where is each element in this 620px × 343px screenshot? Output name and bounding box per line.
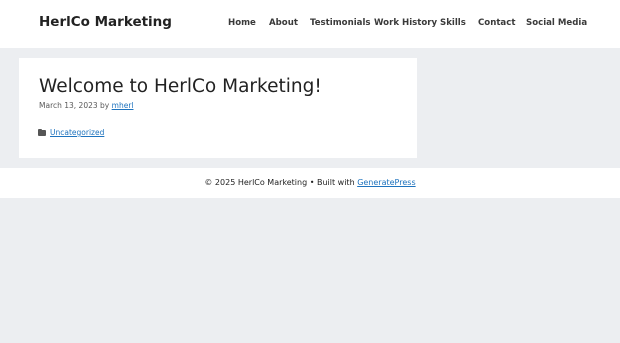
post-categories: Uncategorized: [38, 128, 104, 137]
footer-copyright: © 2025 HerlCo Marketing • Built with Gen…: [0, 178, 620, 187]
generatepress-link[interactable]: GeneratePress: [357, 178, 415, 187]
category-link[interactable]: Uncategorized: [50, 128, 104, 137]
copyright-text: © 2025 HerlCo Marketing • Built with: [204, 178, 355, 187]
post-article: Welcome to HerlCo Marketing! March 13, 2…: [19, 58, 417, 158]
main-navigation: Home About Testimonials Work History Ski…: [0, 18, 620, 32]
post-by-label: by: [100, 101, 110, 110]
nav-item-testimonials[interactable]: Testimonials: [310, 18, 371, 28]
post-meta: March 13, 2023 by mherl: [39, 101, 133, 110]
nav-item-about[interactable]: About: [269, 18, 298, 28]
nav-item-home[interactable]: Home: [228, 18, 256, 28]
post-date: March 13, 2023: [39, 101, 98, 110]
nav-item-skills[interactable]: Skills: [440, 18, 466, 28]
site-footer: © 2025 HerlCo Marketing • Built with Gen…: [0, 168, 620, 198]
folder-icon: [38, 128, 46, 136]
post-author-link[interactable]: mherl: [112, 101, 134, 110]
nav-item-work-history[interactable]: Work History: [374, 18, 437, 28]
site-header: HerlCo Marketing Home About Testimonials…: [0, 0, 620, 48]
nav-item-social-media[interactable]: Social Media: [526, 18, 587, 28]
nav-item-contact[interactable]: Contact: [478, 18, 515, 28]
post-title[interactable]: Welcome to HerlCo Marketing!: [39, 76, 322, 97]
